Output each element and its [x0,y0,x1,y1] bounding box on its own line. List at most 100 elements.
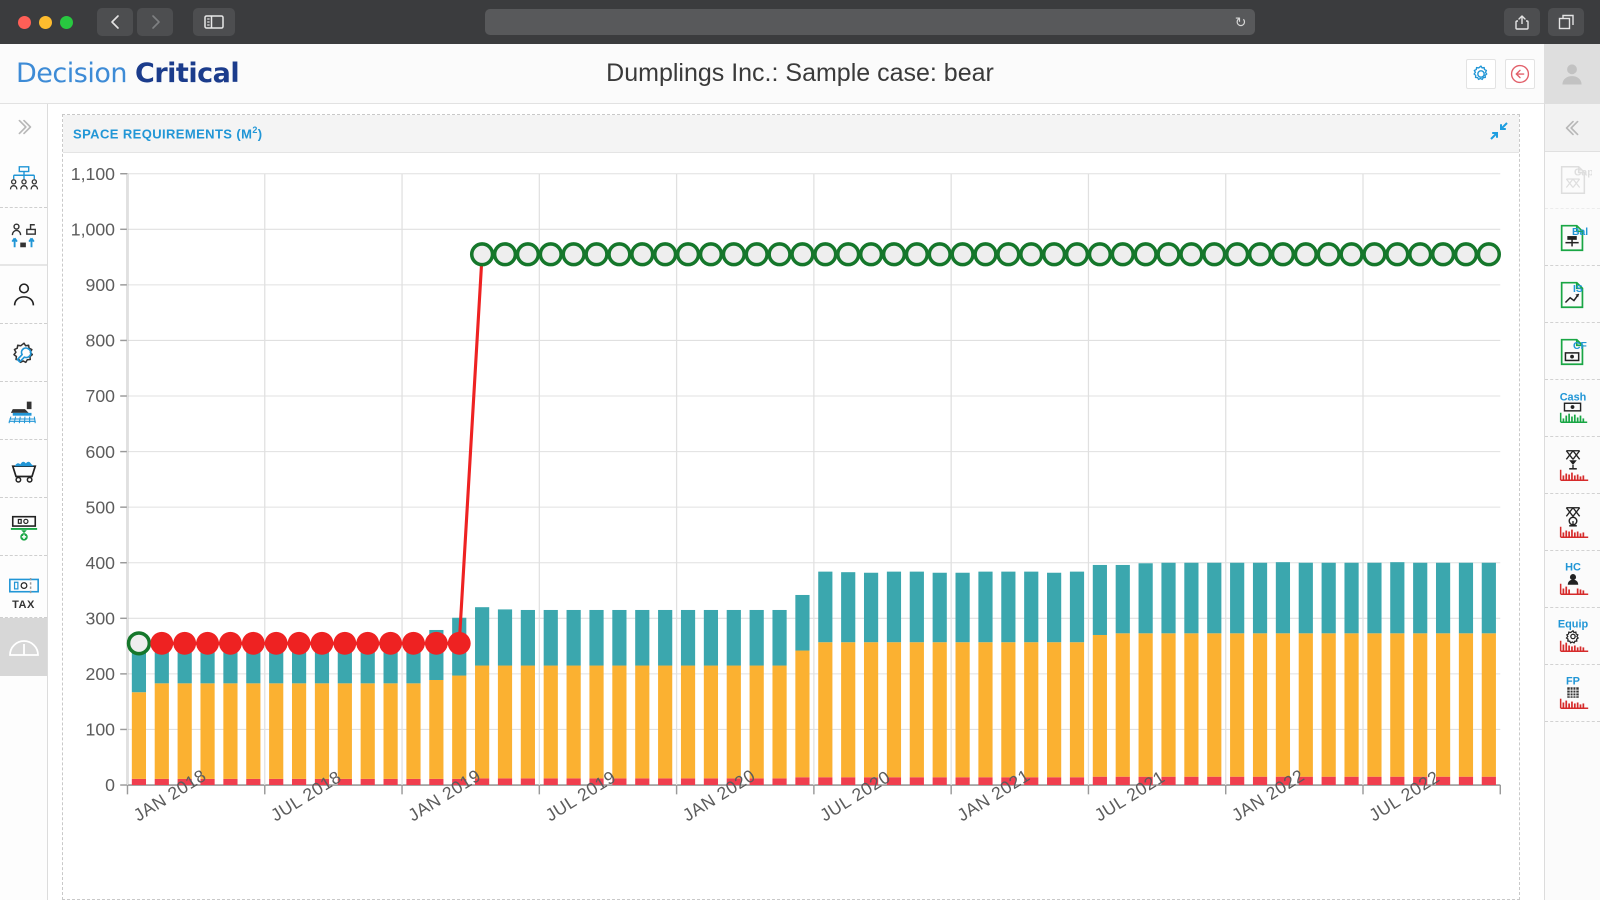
bar-segment [132,779,146,785]
right-item-balance-sheet[interactable]: Bal [1545,209,1600,266]
sidebar-item-org-chart[interactable] [0,150,47,208]
browser-nav-group [97,8,173,36]
capacity-marker-ok [723,244,744,265]
bar-segment [841,642,855,777]
bar-segment [498,666,512,779]
right-item-headcount-chart[interactable]: HC [1545,551,1600,608]
bar-segment [978,777,992,785]
user-icon [1558,60,1586,88]
bar-segment [978,572,992,643]
bar-segment [727,666,741,779]
chart-panel-actions [1489,121,1509,146]
browser-right-actions [1504,8,1584,36]
capacity-marker-ok [1135,244,1156,265]
bar-segment [475,607,489,665]
capacity-marker-over [219,632,242,655]
bar-segment [887,572,901,643]
sidebar-item-tax[interactable]: TAX [0,556,47,618]
address-bar[interactable]: ↻ [485,9,1255,35]
right-item-cap-table[interactable]: Cap [1545,152,1600,209]
tabs-overview-button[interactable] [1548,8,1584,36]
minimize-window-button[interactable] [39,16,52,29]
capacity-marker-ok [1021,244,1042,265]
right-item-cap-table-label: Cap [1573,167,1591,178]
y-tick-label: 900 [86,275,116,295]
bar-segment [658,610,672,666]
sidebar-item-tax-label: TAX [12,599,35,611]
back-button[interactable] [1505,59,1535,89]
browser-back-button[interactable] [97,8,133,36]
bar-segment [1207,563,1221,634]
right-item-equipment-chart[interactable]: Equip [1545,608,1600,665]
right-item-income-statement[interactable]: IS [1545,266,1600,323]
sidebar-item-operations-setup[interactable] [0,324,47,382]
sidebar-toggle-button[interactable] [193,8,235,36]
left-sidebar-expand-button[interactable] [0,104,47,150]
back-circle-icon [1509,63,1531,85]
bar-segment [1482,633,1496,776]
bar-segment [567,666,581,779]
capacity-marker-ok [1204,244,1225,265]
income-statement-icon: IS [1554,277,1592,311]
bar-segment [1047,573,1061,642]
bar-segment [246,779,260,785]
capacity-marker-over [333,632,356,655]
y-tick-label: 300 [86,609,116,629]
right-item-production-chart[interactable] [1545,437,1600,494]
right-item-cash-chart[interactable]: Cash [1545,380,1600,437]
shrink-icon [1489,121,1509,141]
revenue-icon [8,512,40,542]
app-body: TAX SPACE REQUIREMENTS (M2) [0,104,1600,900]
bar-segment [1024,642,1038,777]
right-item-materials-chart[interactable] [1545,494,1600,551]
capacity-marker-over [196,632,219,655]
chart-collapse-button[interactable] [1489,121,1509,146]
capacity-marker-ok [1112,244,1133,265]
capacity-marker-ok [1433,244,1454,265]
sidebar-item-dashboard[interactable] [0,618,47,676]
browser-chrome: ↻ [0,0,1600,44]
bar-segment [567,778,581,785]
bar-segment [612,666,626,779]
capacity-marker-ok [609,244,630,265]
app-logo[interactable]: Decision Critical [0,58,239,89]
share-button[interactable] [1504,8,1540,36]
capacity-marker-ok [1273,244,1294,265]
bar-segment [1253,633,1267,776]
right-item-cash-flow[interactable]: CF [1545,323,1600,380]
right-sidebar-collapse-button[interactable] [1545,104,1600,152]
bar-segment [1184,563,1198,634]
sidebar-item-materials[interactable] [0,440,47,498]
sidebar-item-revenue[interactable] [0,498,47,556]
bar-segment [1161,563,1175,634]
chevron-double-left-icon [1562,117,1584,139]
avatar[interactable] [1544,44,1600,104]
bar-segment [1139,563,1153,633]
space-requirements-chart[interactable]: 01002003004005006007008009001,0001,100JA… [63,153,1519,899]
bar-segment [1253,563,1267,634]
cash-chart-icon: Cash [1553,390,1593,426]
capacity-marker-ok [998,244,1019,265]
capacity-marker-ok [1318,244,1339,265]
zoom-window-button[interactable] [60,16,73,29]
sidebar-item-staffing[interactable] [0,208,47,266]
bar-segment [315,683,329,779]
bar-segment [544,610,558,666]
bar-segment [384,779,398,785]
sidebar-item-production[interactable] [0,382,47,440]
reload-icon[interactable]: ↻ [1235,15,1247,29]
capacity-marker-ok [1295,244,1316,265]
bar-segment [681,610,695,666]
settings-button[interactable] [1466,59,1496,89]
bar-segment [887,642,901,777]
browser-forward-button[interactable] [137,8,173,36]
bar-segment [1047,777,1061,785]
close-window-button[interactable] [18,16,31,29]
sidebar-item-person[interactable] [0,266,47,324]
chevron-double-right-icon [13,116,35,138]
capacity-marker-ok [701,244,722,265]
bar-segment [1024,572,1038,643]
chart-area: 01002003004005006007008009001,0001,100JA… [63,153,1519,899]
right-item-floorplan-chart[interactable]: FP [1545,665,1600,722]
y-tick-label: 800 [86,331,116,351]
